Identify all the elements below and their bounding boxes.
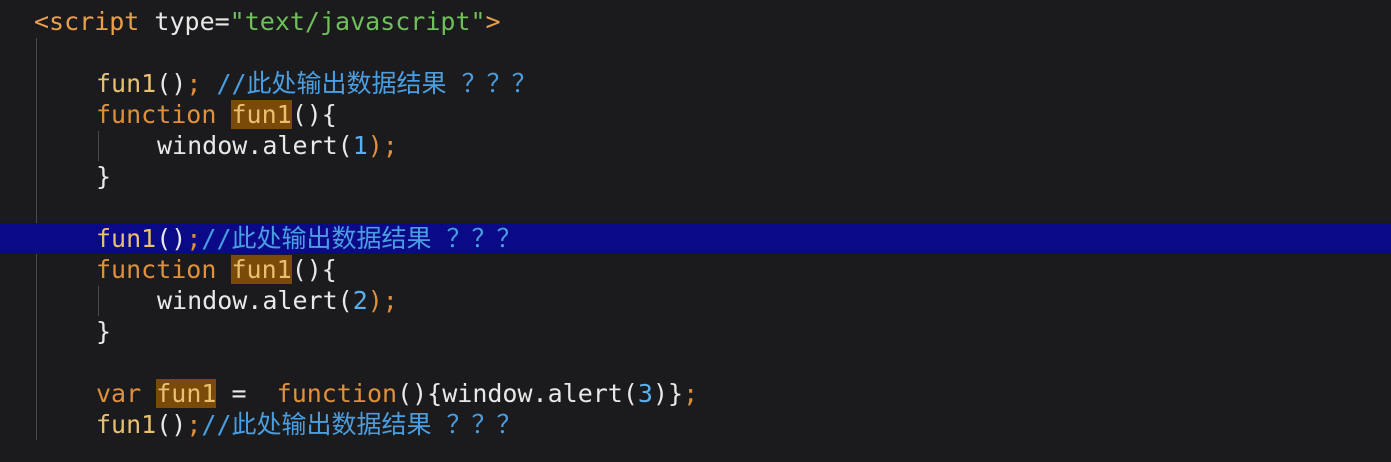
fun1-call: fun1	[96, 69, 157, 98]
fn-signature: (){	[291, 255, 337, 284]
tag-close: >	[485, 7, 501, 36]
close-brace: }	[96, 317, 112, 346]
script-open-tag: <script	[34, 7, 140, 36]
type-attribute: type=	[139, 7, 230, 36]
call-parens: ()	[156, 224, 187, 253]
code-line-call-3[interactable]: fun1();//此处输出数据结果 ？？？	[0, 409, 1391, 440]
code-line-var-assign[interactable]: var fun1 = function(){window.alert(3)};	[0, 378, 1391, 409]
code-editor[interactable]: <script type="text/javascript"> fun1(); …	[0, 0, 1391, 462]
comment: //此处输出数据结果 ？？？	[201, 69, 537, 98]
semicolon: ;	[186, 224, 202, 253]
comment: //此处输出数据结果 ？？？	[201, 224, 522, 253]
semicolon: ;	[186, 410, 202, 439]
code-line-call-1[interactable]: fun1(); //此处输出数据结果 ？？？	[0, 68, 1391, 99]
type-value: "text/javascript"	[229, 7, 486, 36]
code-line-body-2[interactable]: window.alert(2);	[0, 285, 1391, 316]
function-keyword: function	[276, 379, 398, 408]
open-paren: (	[337, 286, 353, 315]
call-parens: ()	[156, 69, 187, 98]
alert-arg: 1	[352, 131, 368, 160]
fun1-name-highlight: fun1	[156, 379, 217, 408]
comment: //此处输出数据结果 ？？？	[201, 410, 522, 439]
close-paren-semi: );	[367, 286, 398, 315]
fun1-call: fun1	[96, 410, 157, 439]
semicolon: ;	[683, 379, 699, 408]
close-brace: }	[96, 162, 112, 191]
call-parens: ()	[156, 410, 187, 439]
var-keyword: var	[96, 379, 142, 408]
open-paren: (	[337, 131, 353, 160]
fun1-call: fun1	[96, 224, 157, 253]
fn-signature: (){	[291, 100, 337, 129]
alert-call: window.alert	[157, 286, 338, 315]
function-keyword: function	[96, 255, 217, 284]
code-line-call-2-current[interactable]: fun1();//此处输出数据结果 ？？？	[0, 223, 1391, 254]
code-line-close-2[interactable]: }	[0, 316, 1391, 347]
code-line-close-1[interactable]: }	[0, 161, 1391, 192]
close-paren-semi: );	[367, 131, 398, 160]
code-line-function-1[interactable]: function fun1(){	[0, 99, 1391, 130]
alert-arg: 3	[637, 379, 653, 408]
code-line-function-2[interactable]: function fun1(){	[0, 254, 1391, 285]
code-line-body-1[interactable]: window.alert(1);	[0, 130, 1391, 161]
code-line-script-tag[interactable]: <script type="text/javascript">	[0, 6, 1391, 37]
semicolon: ;	[186, 69, 202, 98]
alert-call: window.alert	[157, 131, 338, 160]
fn-body-pre: (){window.alert(	[397, 379, 638, 408]
fn-body-post: )}	[652, 379, 684, 408]
function-keyword: function	[96, 100, 217, 129]
fun1-name-highlight: fun1	[231, 255, 292, 284]
alert-arg: 2	[352, 286, 368, 315]
fun1-name-highlight: fun1	[231, 100, 292, 129]
assign-op: =	[216, 379, 277, 408]
